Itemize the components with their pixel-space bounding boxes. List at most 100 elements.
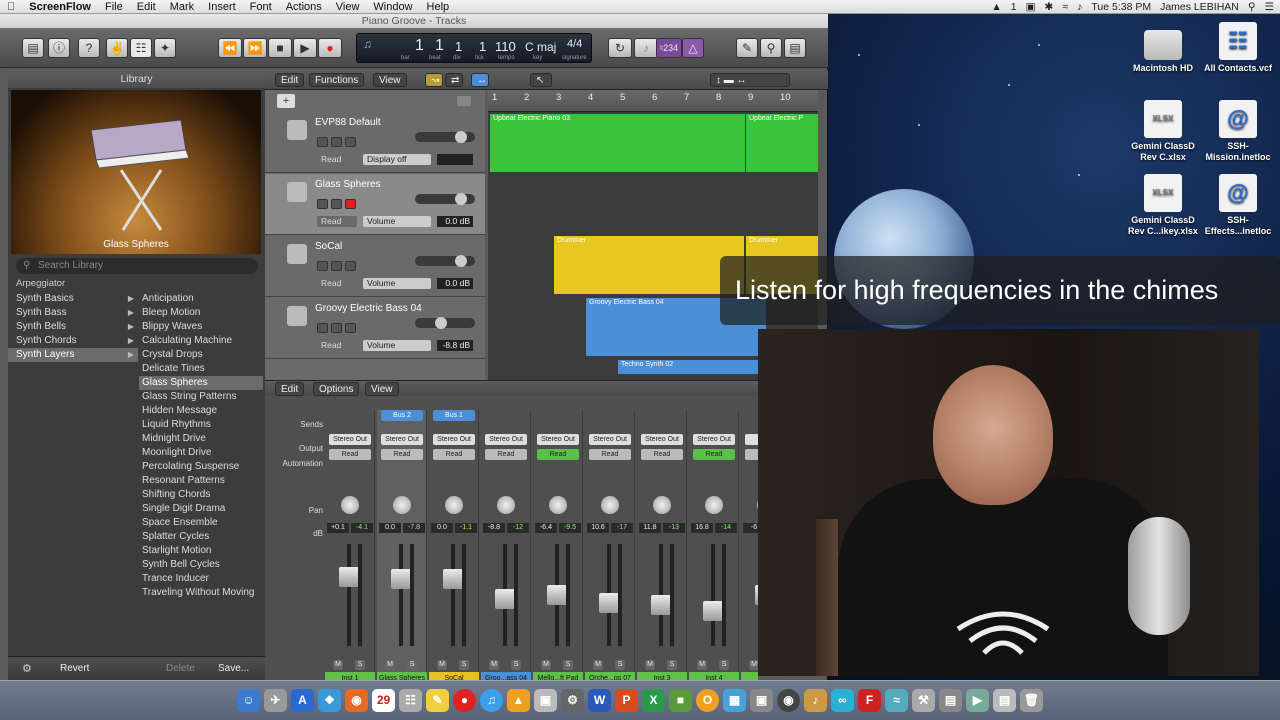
mute-button[interactable]: M bbox=[437, 660, 447, 670]
menu-font[interactable]: Font bbox=[243, 1, 279, 13]
solo-button[interactable]: S bbox=[459, 660, 469, 670]
tracks-edit-menu[interactable]: Edit bbox=[275, 73, 305, 87]
automation-mode[interactable]: Read bbox=[317, 340, 357, 351]
automation-mode[interactable]: Read bbox=[537, 449, 579, 460]
zoom-slider[interactable]: ↕ ▬ ↔ bbox=[710, 73, 790, 87]
metronome-button[interactable]: △ bbox=[682, 38, 704, 58]
fader-handle[interactable] bbox=[391, 569, 411, 589]
minecraft-icon[interactable]: ■ bbox=[669, 689, 692, 712]
lcd-display[interactable]: ♫ 1 1 1 1 110 C maj 4/4 bar beat div tic… bbox=[356, 33, 592, 63]
channel-name[interactable]: Mello...ft Pad bbox=[533, 672, 583, 680]
library-patch-item[interactable]: Bleep Motion bbox=[139, 306, 263, 320]
launchpad-icon[interactable]: ✈ bbox=[264, 689, 287, 712]
mute-button[interactable]: M bbox=[541, 660, 551, 670]
tuner-button[interactable]: ♪ bbox=[634, 38, 658, 58]
solo-button[interactable] bbox=[331, 261, 342, 271]
menu-view[interactable]: View bbox=[329, 1, 367, 13]
desktop-icon-ssh-effects[interactable]: @ SSH-Effects...inetloc bbox=[1198, 174, 1278, 237]
region-piano-2[interactable]: Upbeat Electric P bbox=[746, 114, 818, 172]
mute-button[interactable]: M bbox=[697, 660, 707, 670]
automation-parameter[interactable]: Display off bbox=[363, 154, 431, 165]
pan-knob[interactable] bbox=[445, 496, 463, 514]
trash-icon[interactable]: 🗑 bbox=[1020, 689, 1043, 712]
solo-button[interactable]: S bbox=[615, 660, 625, 670]
mute-button[interactable]: M bbox=[645, 660, 655, 670]
desktop-icon-macintosh-hd[interactable]: Macintosh HD bbox=[1123, 22, 1203, 74]
finder-icon[interactable]: ☺ bbox=[237, 689, 260, 712]
mixer-button[interactable]: ☷ bbox=[130, 38, 152, 58]
save-button[interactable]: Save... bbox=[218, 663, 249, 674]
volume-fader[interactable] bbox=[599, 544, 619, 646]
record-arm-button[interactable] bbox=[345, 199, 356, 209]
region-piano-1[interactable]: Upbeat Electric Piano 03 bbox=[490, 114, 745, 172]
automation-parameter[interactable]: Volume bbox=[363, 216, 431, 227]
track-header[interactable]: EVP88 Default Read Display off bbox=[265, 112, 485, 173]
logic-icon[interactable]: ◉ bbox=[777, 689, 800, 712]
count-in-button[interactable]: ♮234 bbox=[656, 38, 682, 58]
pan-knob[interactable] bbox=[653, 496, 671, 514]
region-drummer-1[interactable]: Drummer bbox=[554, 236, 744, 294]
channel-name[interactable]: Orche...gs 07 bbox=[585, 672, 635, 680]
library-patch-item[interactable]: Glass String Patterns bbox=[139, 390, 263, 404]
automation-mode[interactable]: Read bbox=[317, 278, 357, 289]
mixer-edit-menu[interactable]: Edit bbox=[275, 382, 305, 396]
automation-mode[interactable]: Read bbox=[641, 449, 683, 460]
screen-icon[interactable]: ▣ bbox=[1026, 1, 1036, 13]
library-patch-item[interactable]: Traveling Without Moving bbox=[139, 586, 263, 600]
menu-app[interactable]: ScreenFlow bbox=[22, 1, 98, 13]
volume-icon[interactable]: ♪ bbox=[1077, 1, 1082, 13]
track-header[interactable]: Glass Spheres Read Volume 0.0 dB bbox=[265, 174, 485, 235]
library-patch-item[interactable]: Moonlight Drive bbox=[139, 446, 263, 460]
volume-slider[interactable] bbox=[415, 317, 475, 329]
mixer-view-menu[interactable]: View bbox=[365, 382, 399, 396]
library-patch-item[interactable]: Trance Inducer bbox=[139, 572, 263, 586]
mute-button[interactable] bbox=[317, 323, 328, 333]
automation-mode[interactable]: Read bbox=[433, 449, 475, 460]
outlook-icon[interactable]: O bbox=[696, 689, 719, 712]
solo-button[interactable]: S bbox=[355, 660, 365, 670]
pointer-tool-icon[interactable]: ↖ bbox=[530, 73, 552, 87]
notes-icon[interactable]: ✎ bbox=[426, 689, 449, 712]
track-header[interactable]: SoCal Read Volume 0.0 dB bbox=[265, 236, 485, 297]
solo-button[interactable] bbox=[331, 137, 342, 147]
desktop-icon-ssh-mission[interactable]: @ SSH-Mission.inetloc bbox=[1198, 100, 1278, 163]
word-icon[interactable]: W bbox=[588, 689, 611, 712]
fader-handle[interactable] bbox=[443, 569, 463, 589]
output-selector[interactable]: Stereo Out bbox=[381, 434, 423, 445]
volume-fader[interactable] bbox=[443, 544, 463, 646]
pan-knob[interactable] bbox=[601, 496, 619, 514]
channel-name[interactable]: Inst 1 bbox=[325, 672, 375, 680]
snap-icon[interactable]: ↔ bbox=[471, 73, 489, 87]
spotlight-icon[interactable]: ⚲ bbox=[1248, 1, 1256, 13]
volume-fader[interactable] bbox=[547, 544, 567, 646]
app-store-icon[interactable]: A bbox=[291, 689, 314, 712]
output-selector[interactable]: Stereo Out bbox=[641, 434, 683, 445]
desktop-icon-contacts[interactable]: ☷ All Contacts.vcf bbox=[1198, 22, 1278, 74]
library-patch-item[interactable]: Glass Spheres bbox=[139, 376, 263, 390]
library-patch-item[interactable]: Starlight Motion bbox=[139, 544, 263, 558]
automation-parameter[interactable]: Volume bbox=[363, 278, 431, 289]
calendar-icon[interactable]: 29 bbox=[372, 689, 395, 712]
output-selector[interactable]: Stereo Out bbox=[693, 434, 735, 445]
pan-knob[interactable] bbox=[549, 496, 567, 514]
automation-value[interactable]: -8.8 dB bbox=[437, 340, 473, 351]
library-patch-item[interactable]: Space Ensemble bbox=[139, 516, 263, 530]
automation-mode[interactable] bbox=[745, 449, 758, 460]
user-name[interactable]: James LEBIHAN bbox=[1160, 1, 1239, 13]
tracks-view-menu[interactable]: View bbox=[373, 73, 407, 87]
mute-button[interactable]: M bbox=[385, 660, 395, 670]
channel-name[interactable]: Groo...ass 04 bbox=[481, 672, 531, 680]
output-selector[interactable]: Stereo Out bbox=[537, 434, 579, 445]
send-slot[interactable]: Bus 2 bbox=[381, 410, 423, 421]
track-header[interactable]: Groovy Electric Bass 04 Read Volume -8.8 dB bbox=[265, 298, 485, 359]
catch-icon[interactable]: ↝ bbox=[425, 73, 443, 87]
smart-controls-button[interactable]: ✌ bbox=[106, 38, 128, 58]
automation-mode[interactable]: Read bbox=[329, 449, 371, 460]
library-patch-item[interactable]: Midnight Drive bbox=[139, 432, 263, 446]
volume-slider[interactable] bbox=[415, 131, 475, 143]
menu-mark[interactable]: Mark bbox=[163, 1, 201, 13]
channel-name[interactable]: Inst 4 bbox=[689, 672, 739, 680]
library-patch-item[interactable]: Shifting Chords bbox=[139, 488, 263, 502]
global-tracks-button[interactable] bbox=[457, 96, 471, 106]
menu-file[interactable]: File bbox=[98, 1, 130, 13]
